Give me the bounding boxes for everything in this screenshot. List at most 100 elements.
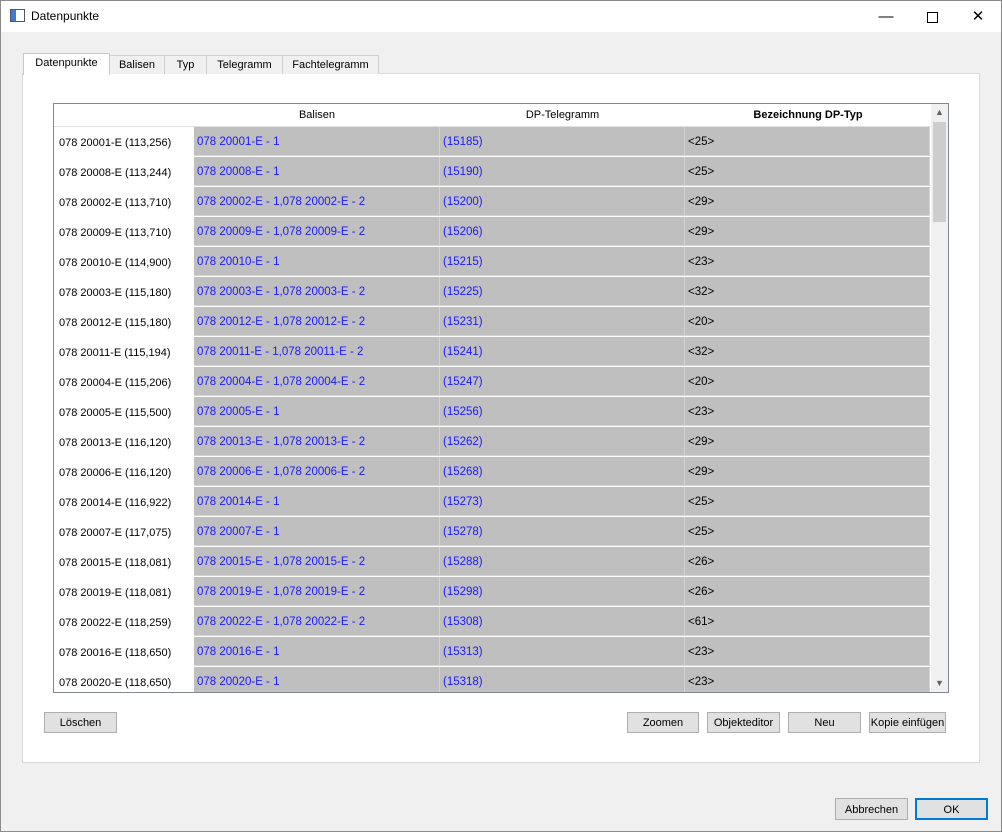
cell-balisen[interactable]: 078 20013-E - 1,078 20013-E - 2: [194, 427, 440, 456]
cell-dp-telegramm[interactable]: (15225): [440, 277, 685, 306]
tab-datenpunkte[interactable]: Datenpunkte: [23, 53, 110, 75]
tab-typ[interactable]: Typ: [164, 55, 207, 74]
row-header[interactable]: 078 20002-E (113,710): [54, 187, 194, 217]
row-header[interactable]: 078 20011-E (115,194): [54, 337, 194, 367]
cell-balisen[interactable]: 078 20003-E - 1,078 20003-E - 2: [194, 277, 440, 306]
row-header[interactable]: 078 20019-E (118,081): [54, 577, 194, 607]
cell-bezeichnung-dp-typ[interactable]: <25>: [685, 157, 930, 186]
cell-balisen[interactable]: 078 20005-E - 1: [194, 397, 440, 426]
scroll-up-icon[interactable]: ▲: [931, 104, 948, 121]
scroll-down-icon[interactable]: ▼: [931, 675, 948, 692]
cell-bezeichnung-dp-typ[interactable]: <25>: [685, 487, 930, 516]
cell-balisen[interactable]: 078 20022-E - 1,078 20022-E - 2: [194, 607, 440, 636]
cell-bezeichnung-dp-typ[interactable]: <29>: [685, 457, 930, 486]
table-row[interactable]: 078 20010-E (114,900) 078 20010-E - 1 (152…: [54, 247, 930, 277]
cell-balisen[interactable]: 078 20014-E - 1: [194, 487, 440, 516]
column-header-dp-telegramm[interactable]: DP-Telegramm: [440, 104, 686, 127]
row-header[interactable]: 078 20010-E (114,900): [54, 247, 194, 277]
table-row[interactable]: 078 20015-E (118,081) 078 20015-E - 1,078…: [54, 547, 930, 577]
cell-bezeichnung-dp-typ[interactable]: <23>: [685, 667, 930, 692]
cell-dp-telegramm[interactable]: (15256): [440, 397, 685, 426]
row-header[interactable]: 078 20009-E (113,710): [54, 217, 194, 247]
table-row[interactable]: 078 20013-E (116,120) 078 20013-E - 1,078…: [54, 427, 930, 457]
cell-balisen[interactable]: 078 20008-E - 1: [194, 157, 440, 186]
cell-balisen[interactable]: 078 20016-E - 1: [194, 637, 440, 666]
row-header[interactable]: 078 20007-E (117,075): [54, 517, 194, 547]
cell-dp-telegramm[interactable]: (15308): [440, 607, 685, 636]
cell-bezeichnung-dp-typ[interactable]: <32>: [685, 277, 930, 306]
delete-button[interactable]: Löschen: [44, 712, 117, 733]
datenpunkte-table[interactable]: Balisen DP-Telegramm Bezeichnung DP-Typ …: [53, 103, 949, 693]
table-row[interactable]: 078 20011-E (115,194) 078 20011-E - 1,078…: [54, 337, 930, 367]
table-row[interactable]: 078 20009-E (113,710) 078 20009-E - 1,078…: [54, 217, 930, 247]
cell-bezeichnung-dp-typ[interactable]: <20>: [685, 307, 930, 336]
row-header[interactable]: 078 20013-E (116,120): [54, 427, 194, 457]
table-row[interactable]: 078 20022-E (118,259) 078 20022-E - 1,078…: [54, 607, 930, 637]
cell-bezeichnung-dp-typ[interactable]: <29>: [685, 187, 930, 216]
cell-dp-telegramm[interactable]: (15206): [440, 217, 685, 246]
object-editor-button[interactable]: Objekteditor: [707, 712, 780, 733]
cell-balisen[interactable]: 078 20001-E - 1: [194, 127, 440, 156]
cell-balisen[interactable]: 078 20020-E - 1: [194, 667, 440, 692]
column-header-balisen[interactable]: Balisen: [194, 104, 441, 127]
cell-bezeichnung-dp-typ[interactable]: <26>: [685, 577, 930, 606]
new-button[interactable]: Neu: [788, 712, 861, 733]
tab-balisen[interactable]: Balisen: [109, 55, 165, 74]
table-row[interactable]: 078 20002-E (113,710) 078 20002-E - 1,078…: [54, 187, 930, 217]
row-header[interactable]: 078 20014-E (116,922): [54, 487, 194, 517]
row-header[interactable]: 078 20003-E (115,180): [54, 277, 194, 307]
cell-dp-telegramm[interactable]: (15298): [440, 577, 685, 606]
vertical-scrollbar[interactable]: ▲ ▼: [931, 104, 948, 692]
cell-balisen[interactable]: 078 20010-E - 1: [194, 247, 440, 276]
table-row[interactable]: 078 20001-E (113,256) 078 20001-E - 1 (151…: [54, 127, 930, 157]
cell-bezeichnung-dp-typ[interactable]: <23>: [685, 247, 930, 276]
cell-bezeichnung-dp-typ[interactable]: <23>: [685, 637, 930, 666]
cell-balisen[interactable]: 078 20012-E - 1,078 20012-E - 2: [194, 307, 440, 336]
row-header[interactable]: 078 20006-E (116,120): [54, 457, 194, 487]
table-row[interactable]: 078 20007-E (117,075) 078 20007-E - 1 (152…: [54, 517, 930, 547]
cell-bezeichnung-dp-typ[interactable]: <25>: [685, 517, 930, 546]
cell-balisen[interactable]: 078 20015-E - 1,078 20015-E - 2: [194, 547, 440, 576]
maximize-button[interactable]: [909, 1, 955, 32]
cell-dp-telegramm[interactable]: (15313): [440, 637, 685, 666]
row-header[interactable]: 078 20008-E (113,244): [54, 157, 194, 187]
table-row[interactable]: 078 20016-E (118,650) 078 20016-E - 1 (153…: [54, 637, 930, 667]
zoom-button[interactable]: Zoomen: [627, 712, 699, 733]
row-header[interactable]: 078 20004-E (115,206): [54, 367, 194, 397]
cell-dp-telegramm[interactable]: (15273): [440, 487, 685, 516]
cell-balisen[interactable]: 078 20006-E - 1,078 20006-E - 2: [194, 457, 440, 486]
table-row[interactable]: 078 20004-E (115,206) 078 20004-E - 1,078…: [54, 367, 930, 397]
cell-bezeichnung-dp-typ[interactable]: <32>: [685, 337, 930, 366]
paste-copy-button[interactable]: Kopie einfügen: [869, 712, 946, 733]
scrollbar-thumb[interactable]: [933, 122, 946, 222]
cell-dp-telegramm[interactable]: (15247): [440, 367, 685, 396]
cell-bezeichnung-dp-typ[interactable]: <61>: [685, 607, 930, 636]
cell-bezeichnung-dp-typ[interactable]: <25>: [685, 127, 930, 156]
column-header-bezeichnung-dp-typ[interactable]: Bezeichnung DP-Typ: [685, 104, 932, 127]
table-row[interactable]: 078 20014-E (116,922) 078 20014-E - 1 (152…: [54, 487, 930, 517]
row-header[interactable]: 078 20016-E (118,650): [54, 637, 194, 667]
cell-dp-telegramm[interactable]: (15185): [440, 127, 685, 156]
cell-dp-telegramm[interactable]: (15215): [440, 247, 685, 276]
row-header[interactable]: 078 20022-E (118,259): [54, 607, 194, 637]
table-row[interactable]: 078 20008-E (113,244) 078 20008-E - 1 (151…: [54, 157, 930, 187]
cell-bezeichnung-dp-typ[interactable]: <20>: [685, 367, 930, 396]
row-header[interactable]: 078 20015-E (118,081): [54, 547, 194, 577]
table-row[interactable]: 078 20020-E (118,650) 078 20020-E - 1 (153…: [54, 667, 930, 692]
cell-balisen[interactable]: 078 20002-E - 1,078 20002-E - 2: [194, 187, 440, 216]
cell-dp-telegramm[interactable]: (15200): [440, 187, 685, 216]
cell-balisen[interactable]: 078 20004-E - 1,078 20004-E - 2: [194, 367, 440, 396]
cell-dp-telegramm[interactable]: (15190): [440, 157, 685, 186]
table-row[interactable]: 078 20012-E (115,180) 078 20012-E - 1,078…: [54, 307, 930, 337]
cell-dp-telegramm[interactable]: (15278): [440, 517, 685, 546]
table-row[interactable]: 078 20005-E (115,500) 078 20005-E - 1 (152…: [54, 397, 930, 427]
minimize-button[interactable]: —: [863, 1, 909, 32]
cell-dp-telegramm[interactable]: (15241): [440, 337, 685, 366]
row-header[interactable]: 078 20001-E (113,256): [54, 127, 194, 157]
row-header[interactable]: 078 20005-E (115,500): [54, 397, 194, 427]
cell-balisen[interactable]: 078 20007-E - 1: [194, 517, 440, 546]
cell-bezeichnung-dp-typ[interactable]: <29>: [685, 427, 930, 456]
cell-dp-telegramm[interactable]: (15268): [440, 457, 685, 486]
cancel-button[interactable]: Abbrechen: [835, 798, 908, 820]
cell-balisen[interactable]: 078 20011-E - 1,078 20011-E - 2: [194, 337, 440, 366]
